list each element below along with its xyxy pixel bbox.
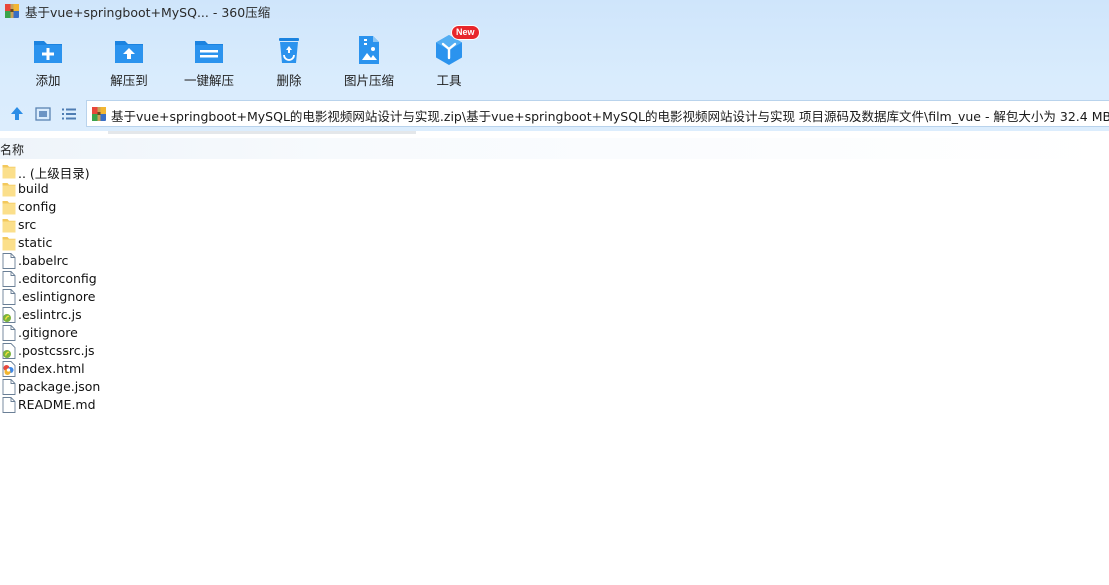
extract-to-icon <box>115 41 143 63</box>
folder-row[interactable]: src <box>0 216 1109 234</box>
file-name: package.json <box>18 379 101 394</box>
file-name: .eslintrc.js <box>18 307 82 322</box>
file-row[interactable]: .babelrc <box>0 252 1109 270</box>
recycle-bin-icon <box>279 38 299 63</box>
horizontal-scroll-indicator[interactable] <box>108 131 416 134</box>
file-name: .babelrc <box>18 253 69 268</box>
one-click-extract-button[interactable]: 一键解压 <box>169 28 249 92</box>
folder-row[interactable]: config <box>0 198 1109 216</box>
file-row[interactable]: .postcssrc.js <box>0 342 1109 360</box>
image-compress-icon <box>359 36 379 64</box>
navigation-bar: 基于vue+springboot+MySQL的电影视频网站设计与实现.zip\基… <box>0 98 1109 130</box>
file-row[interactable]: .eslintrc.js <box>0 306 1109 324</box>
up-arrow-icon[interactable] <box>8 105 26 123</box>
file-row[interactable]: index.html <box>0 360 1109 378</box>
toolbar: 添加 解压到 一键解压 删除 图片压缩 New 工具 <box>0 25 1109 92</box>
one-click-extract-icon <box>195 41 223 63</box>
file-icon <box>2 325 16 341</box>
app-window: 基于vue+springboot+MySQ... - 360压缩 添加 解压到 … <box>0 0 1109 585</box>
file-name: .postcssrc.js <box>18 343 95 358</box>
thumbnail-view-icon[interactable] <box>34 105 52 123</box>
tools-label: 工具 <box>436 73 462 88</box>
folder-icon <box>2 201 16 215</box>
zip-archive-icon <box>92 107 106 121</box>
file-name: build <box>18 181 49 196</box>
add-button[interactable]: 添加 <box>8 28 88 92</box>
address-path: 基于vue+springboot+MySQL的电影视频网站设计与实现.zip\基… <box>111 109 1109 124</box>
folder-icon <box>2 165 16 179</box>
archive-app-icon <box>5 4 19 18</box>
file-icon <box>2 397 16 413</box>
column-header: 名称 <box>0 138 1109 159</box>
file-row[interactable]: README.md <box>0 396 1109 414</box>
title-bar: 基于vue+springboot+MySQ... - 360压缩 <box>0 0 1109 22</box>
folder-row[interactable]: build <box>0 180 1109 198</box>
column-name-header[interactable]: 名称 <box>0 141 24 158</box>
folder-row[interactable]: .. (上级目录) <box>0 162 1109 181</box>
file-name: .eslintignore <box>18 289 96 304</box>
file-icon <box>2 289 16 305</box>
file-name: index.html <box>18 361 85 376</box>
file-name: .gitignore <box>18 325 78 340</box>
file-name: README.md <box>18 397 96 412</box>
file-icon <box>2 253 16 269</box>
new-badge: New <box>451 25 480 40</box>
add-icon <box>34 41 62 63</box>
file-row[interactable]: .eslintignore <box>0 288 1109 306</box>
file-name: .editorconfig <box>18 271 97 286</box>
folder-icon <box>2 219 16 233</box>
file-row[interactable]: .gitignore <box>0 324 1109 342</box>
extract-to-button[interactable]: 解压到 <box>89 28 169 92</box>
javascript-file-icon <box>2 343 16 359</box>
javascript-file-icon <box>2 307 16 323</box>
file-row[interactable]: .editorconfig <box>0 270 1109 288</box>
folder-icon <box>2 237 16 251</box>
file-icon <box>2 379 16 395</box>
image-compress-label: 图片压缩 <box>343 73 394 88</box>
file-name: src <box>18 217 37 232</box>
delete-label: 删除 <box>276 73 302 88</box>
tools-button[interactable]: New 工具 <box>409 25 489 92</box>
file-name: config <box>18 199 57 214</box>
file-row[interactable]: package.json <box>0 378 1109 396</box>
folder-row[interactable]: static <box>0 234 1109 252</box>
address-bar[interactable]: 基于vue+springboot+MySQL的电影视频网站设计与实现.zip\基… <box>86 100 1109 127</box>
file-icon <box>2 271 16 287</box>
html-file-icon <box>2 361 16 377</box>
list-view-icon[interactable] <box>60 105 78 123</box>
image-compress-button[interactable]: 图片压缩 <box>329 28 409 92</box>
add-label: 添加 <box>35 73 61 88</box>
window-title: 基于vue+springboot+MySQ... - 360压缩 <box>25 5 271 20</box>
one-click-extract-label: 一键解压 <box>183 73 234 88</box>
folder-icon <box>2 183 16 197</box>
top-area: 基于vue+springboot+MySQ... - 360压缩 添加 解压到 … <box>0 0 1109 131</box>
file-name: static <box>18 235 53 250</box>
extract-to-label: 解压到 <box>110 73 148 88</box>
delete-button[interactable]: 删除 <box>249 28 329 92</box>
